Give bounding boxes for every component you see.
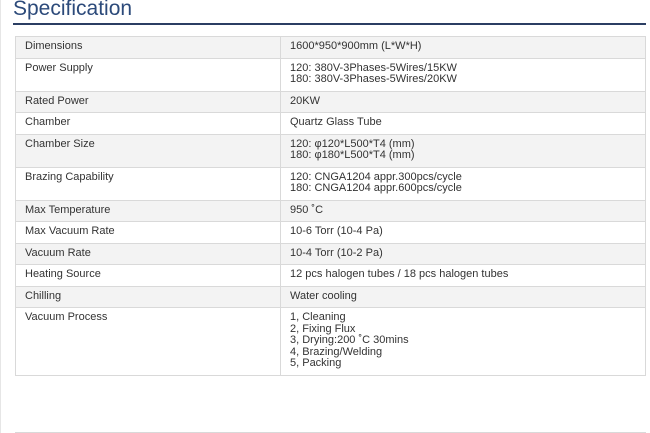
spec-value-cell: 12 pcs halogen tubes / 18 pcs halogen tu… <box>280 264 646 287</box>
spec-value-cell: Quartz Glass Tube <box>280 112 646 135</box>
table-row: Max Temperature 950 ˚C <box>15 199 646 222</box>
spec-label-cell: Chilling <box>15 285 281 308</box>
spec-value-cell: 120: φ120*L500*T4 (mm) 180: φ180*L500*T4 … <box>280 133 646 168</box>
spec-label: Heating Source <box>25 268 101 280</box>
specification-table-body: Dimensions 1600*950*900mm (L*W*H) Power Su… <box>15 36 646 376</box>
spec-value-line: 12 pcs halogen tubes / 18 pcs halogen tu… <box>290 268 509 280</box>
table-row: Vacuum Rate 10-4 Torr (10-2 Pa) <box>15 242 646 265</box>
spec-value-line: 3, Drying:200 ˚C 30mins <box>290 334 409 346</box>
spec-label-cell: Brazing Capability <box>15 166 281 201</box>
table-row: Rated Power 20KW <box>15 90 646 113</box>
spec-value-cell: 10-4 Torr (10-2 Pa) <box>280 242 646 265</box>
spec-value-line: 20KW <box>290 94 320 107</box>
spec-value-line: 10-4 Torr (10-2 Pa) <box>290 246 383 259</box>
spec-label: Rated Power <box>25 94 89 107</box>
spec-value-line: 180: CNGA1204 appr.600pcs/cycle <box>290 182 462 194</box>
spec-value-cell: Water cooling <box>280 285 646 308</box>
spec-label: Vacuum Rate <box>25 246 91 259</box>
spec-label: Brazing Capability <box>25 170 114 183</box>
spec-label-cell: Vacuum Process <box>15 307 281 376</box>
spec-label: Max Temperature <box>25 203 111 216</box>
spec-label-cell: Vacuum Rate <box>15 242 281 265</box>
spec-value-cell: 120: 380V-3Phases-5Wires/15KW 180: 380V-3… <box>280 57 646 92</box>
table-row: Brazing Capability 120: CNGA1204 appr.300… <box>15 166 646 201</box>
spec-label-cell: Dimensions <box>15 36 281 59</box>
spec-label-cell: Chamber Size <box>15 133 281 168</box>
spec-label-cell: Rated Power <box>15 90 281 113</box>
spec-label: Max Vacuum Rate <box>25 225 115 237</box>
table-row: Chamber Size 120: φ120*L500*T4 (mm) 180: φ… <box>15 133 646 168</box>
spec-label: Chilling <box>25 289 62 302</box>
spec-label: Chamber Size <box>25 137 95 150</box>
section-title: Specification <box>13 0 133 20</box>
spec-value-line: 4, Brazing/Welding <box>290 345 383 358</box>
spec-value-line: 180: φ180*L500*T4 (mm) <box>290 149 415 161</box>
spec-value-line: 10-6 Torr (10-4 Pa) <box>290 225 383 237</box>
spec-value-line: Water cooling <box>290 289 357 302</box>
spec-value-cell: 1, Cleaning 2, Fixing Flux 3, Drying:200 ˚… <box>280 307 646 376</box>
table-row: Max Vacuum Rate 10-6 Torr (10-4 Pa) <box>15 221 646 244</box>
spec-label-cell: Heating Source <box>15 264 281 287</box>
spec-value-line: 1600*950*900mm (L*W*H) <box>290 40 422 52</box>
table-row: Vacuum Process 1, Cleaning 2, Fixing Flux 3… <box>15 307 646 376</box>
spec-value-cell: 950 ˚C <box>280 199 646 222</box>
spec-label: Power Supply <box>25 61 93 74</box>
table-row: Heating Source 12 pcs halogen tubes / 18 … <box>15 264 646 287</box>
spec-value-line: 950 ˚C <box>290 203 324 216</box>
spec-value-line: 5, Packing <box>290 357 342 369</box>
spec-label: Dimensions <box>25 40 83 52</box>
title-underline <box>13 23 646 25</box>
spec-value-line: 180: 380V-3Phases-5Wires/20KW <box>290 73 457 85</box>
table-row: Dimensions 1600*950*900mm (L*W*H) <box>15 36 646 59</box>
spec-label-cell: Chamber <box>15 112 281 135</box>
spec-value-cell: 20KW <box>280 90 646 113</box>
spec-value-line: Quartz Glass Tube <box>290 116 382 128</box>
spec-label-cell: Max Vacuum Rate <box>15 221 281 244</box>
specification-table: Dimensions 1600*950*900mm (L*W*H) Power Su… <box>15 36 646 376</box>
spec-label-cell: Max Temperature <box>15 199 281 222</box>
spec-value-line: 1, Cleaning <box>290 311 346 323</box>
spec-label: Chamber <box>25 116 71 128</box>
table-row: Chamber Quartz Glass Tube <box>15 112 646 135</box>
spec-value-cell: 120: CNGA1204 appr.300pcs/cycle 180: CNGA… <box>280 166 646 201</box>
spec-label-cell: Power Supply <box>15 57 281 92</box>
table-row: Power Supply 120: 380V-3Phases-5Wires/15K… <box>15 57 646 92</box>
spec-value-cell: 10-6 Torr (10-4 Pa) <box>280 221 646 244</box>
spec-label: Vacuum Process <box>25 311 108 323</box>
table-row: Chilling Water cooling <box>15 285 646 308</box>
spec-value-cell: 1600*950*900mm (L*W*H) <box>280 36 646 59</box>
page-left-border <box>0 0 1 433</box>
